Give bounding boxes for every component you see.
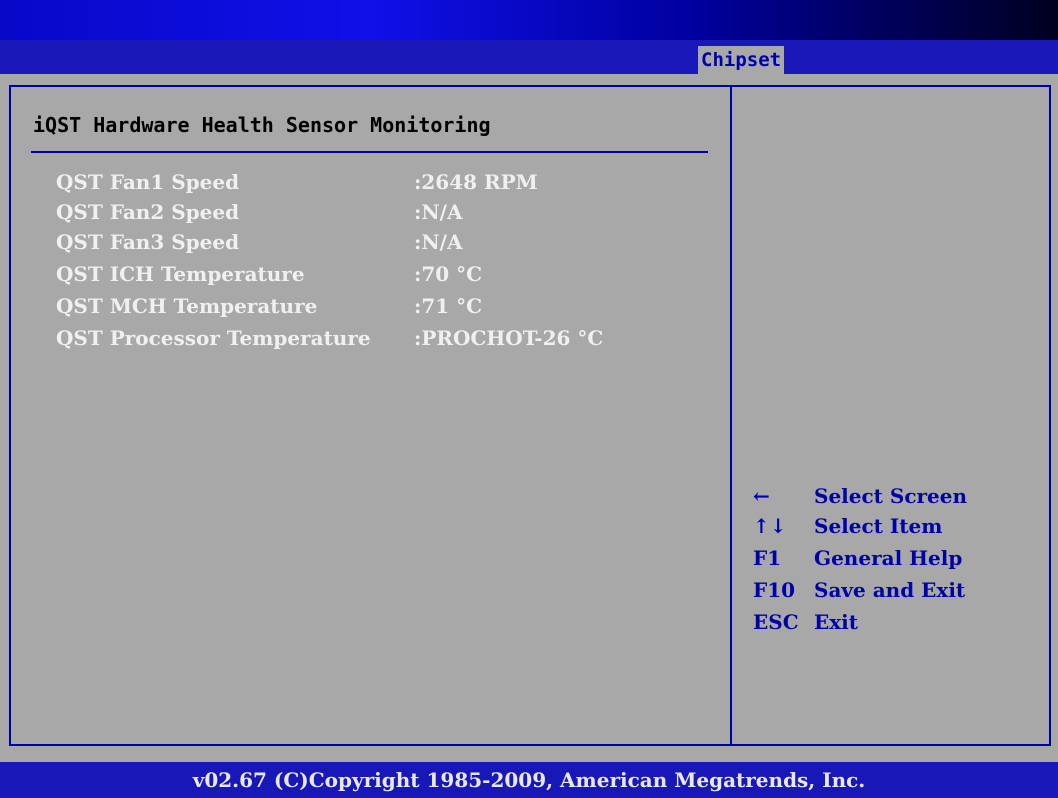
sensor-label: QST MCH Temperature [56, 294, 318, 318]
esc-key: ESC [753, 610, 799, 634]
sensor-label: QST ICH Temperature [56, 262, 305, 286]
title-divider [31, 151, 708, 153]
help-item-select-screen: ← Select Screen [753, 484, 1043, 514]
help-desc: Select Screen [814, 484, 968, 508]
sensor-value: :PROCHOT-26 °C [414, 326, 604, 350]
help-item-save-exit: F10 Save and Exit [753, 578, 1043, 608]
sensor-row-ich-temp: QST ICH Temperature :70 °C [56, 262, 706, 292]
help-desc: Select Item [814, 514, 943, 538]
copyright-footer: v02.67 (C)Copyright 1985-2009, American … [0, 762, 1058, 798]
help-desc: Exit [814, 610, 859, 634]
sensor-row-processor-temp: QST Processor Temperature :PROCHOT-26 °C [56, 326, 706, 356]
help-desc: General Help [814, 546, 963, 570]
tab-chipset[interactable]: Chipset [698, 46, 785, 74]
title-bar [0, 0, 1058, 40]
sensor-value: :N/A [414, 230, 463, 254]
help-item-exit: ESC Exit [753, 610, 1043, 640]
page-title: iQST Hardware Health Sensor Monitoring [33, 113, 491, 137]
sensor-row-fan3: QST Fan3 Speed :N/A [56, 230, 706, 260]
sensor-label: QST Fan2 Speed [56, 200, 240, 224]
sensor-row-fan1: QST Fan1 Speed :2648 RPM [56, 170, 706, 200]
help-panel [730, 85, 1051, 746]
bios-screen: Chipset iQST Hardware Health Sensor Moni… [0, 0, 1058, 798]
sensor-row-mch-temp: QST MCH Temperature :71 °C [56, 294, 706, 324]
help-item-general-help: F1 General Help [753, 546, 1043, 576]
sensor-label: QST Processor Temperature [56, 326, 371, 350]
sensor-value: :70 °C [414, 262, 483, 286]
sensor-row-fan2: QST Fan2 Speed :N/A [56, 200, 706, 230]
sensor-value: :71 °C [414, 294, 483, 318]
sensor-value: :2648 RPM [414, 170, 538, 194]
f10-key: F10 [753, 578, 796, 602]
help-desc: Save and Exit [814, 578, 966, 602]
left-arrow-key: ← [753, 484, 770, 508]
tab-bar [0, 40, 1058, 74]
f1-key: F1 [753, 546, 782, 570]
sensor-value: :N/A [414, 200, 463, 224]
up-down-arrow-key: ↑↓ [753, 514, 787, 538]
sensor-label: QST Fan1 Speed [56, 170, 240, 194]
sensor-label: QST Fan3 Speed [56, 230, 240, 254]
help-item-select-item: ↑↓ Select Item [753, 514, 1043, 544]
